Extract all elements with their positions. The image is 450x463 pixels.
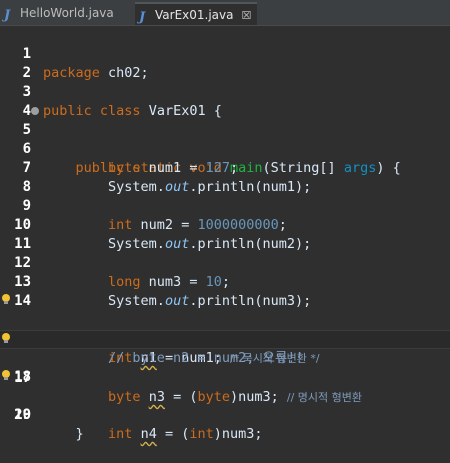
tab-label: VarEx01.java	[155, 8, 234, 22]
code-line: 7 System.out.println(num1);	[0, 140, 450, 195]
tab-varex01[interactable]: J VarEx01.java ☒	[135, 2, 257, 25]
tab-helloworld[interactable]: J HelloWorld.java	[0, 2, 135, 25]
code-line: 6 byte num1 = 127;	[0, 121, 450, 176]
code-line: 20 }	[0, 387, 450, 442]
code-line: 10 System.out.println(num2);	[0, 197, 450, 252]
code-line: 3 public class VarEx01 {	[0, 64, 450, 119]
fold-icon[interactable]	[31, 107, 39, 115]
current-line: 17 byte n3 = (byte)num3; // 명시적 형변환	[0, 330, 450, 405]
code-line: 9 int num2 = 1000000000;	[0, 178, 450, 233]
code-line: 16 // byte n2 = num2; 오류!!	[0, 311, 450, 366]
lightbulb-warning-icon[interactable]	[2, 333, 10, 343]
code-line: 2	[0, 45, 450, 81]
code-line: 14	[0, 273, 450, 309]
code-line: 11	[0, 216, 450, 252]
editor-tab-bar: J HelloWorld.java J VarEx01.java ☒	[0, 0, 450, 26]
code-line: 12 long num3 = 10;	[0, 235, 450, 290]
java-file-icon: J	[139, 10, 146, 25]
lightbulb-warning-icon[interactable]	[2, 370, 10, 380]
code-editor[interactable]: 1 package ch02; 2 3 public class VarEx01…	[0, 26, 450, 442]
line-number: 20	[14, 407, 31, 423]
code-line: 18	[0, 349, 450, 385]
tab-label: HelloWorld.java	[20, 6, 114, 20]
code-line: 1 package ch02;	[0, 26, 450, 81]
code-line: 15 int n1 = num1; /* 묵시적 형변환 */	[0, 292, 450, 366]
code-line: 13 System.out.println(num3);	[0, 254, 450, 309]
java-file-icon: J	[4, 8, 11, 23]
lightbulb-warning-icon[interactable]	[2, 294, 10, 304]
close-icon[interactable]: ☒	[241, 4, 251, 27]
code-line: 8	[0, 159, 450, 195]
code-line: 4	[0, 83, 450, 119]
code-line: 5 public static void main(String[] args)…	[0, 102, 450, 176]
code-line: 19 int n4 = (int)num3;	[0, 368, 450, 442]
